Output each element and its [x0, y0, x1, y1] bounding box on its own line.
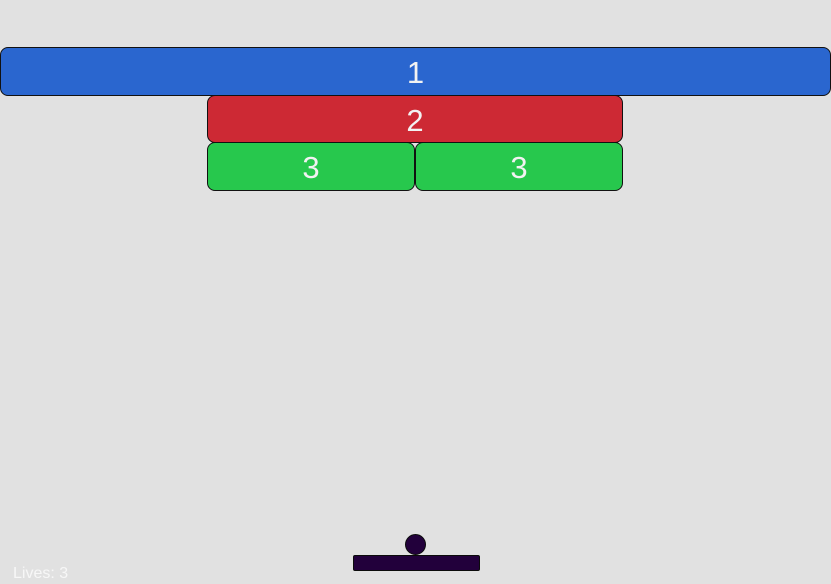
- brick-hits-1: 1: [0, 47, 831, 96]
- game-canvas[interactable]: 1 2 3 3 Lives: 3: [0, 0, 831, 584]
- ball: [405, 534, 426, 555]
- paddle[interactable]: [353, 555, 480, 571]
- brick-hits-3-left: 3: [207, 142, 415, 191]
- brick-hits-3-right: 3: [415, 142, 623, 191]
- lives-counter: Lives: 3: [13, 565, 69, 582]
- brick-hits-2: 2: [207, 95, 623, 143]
